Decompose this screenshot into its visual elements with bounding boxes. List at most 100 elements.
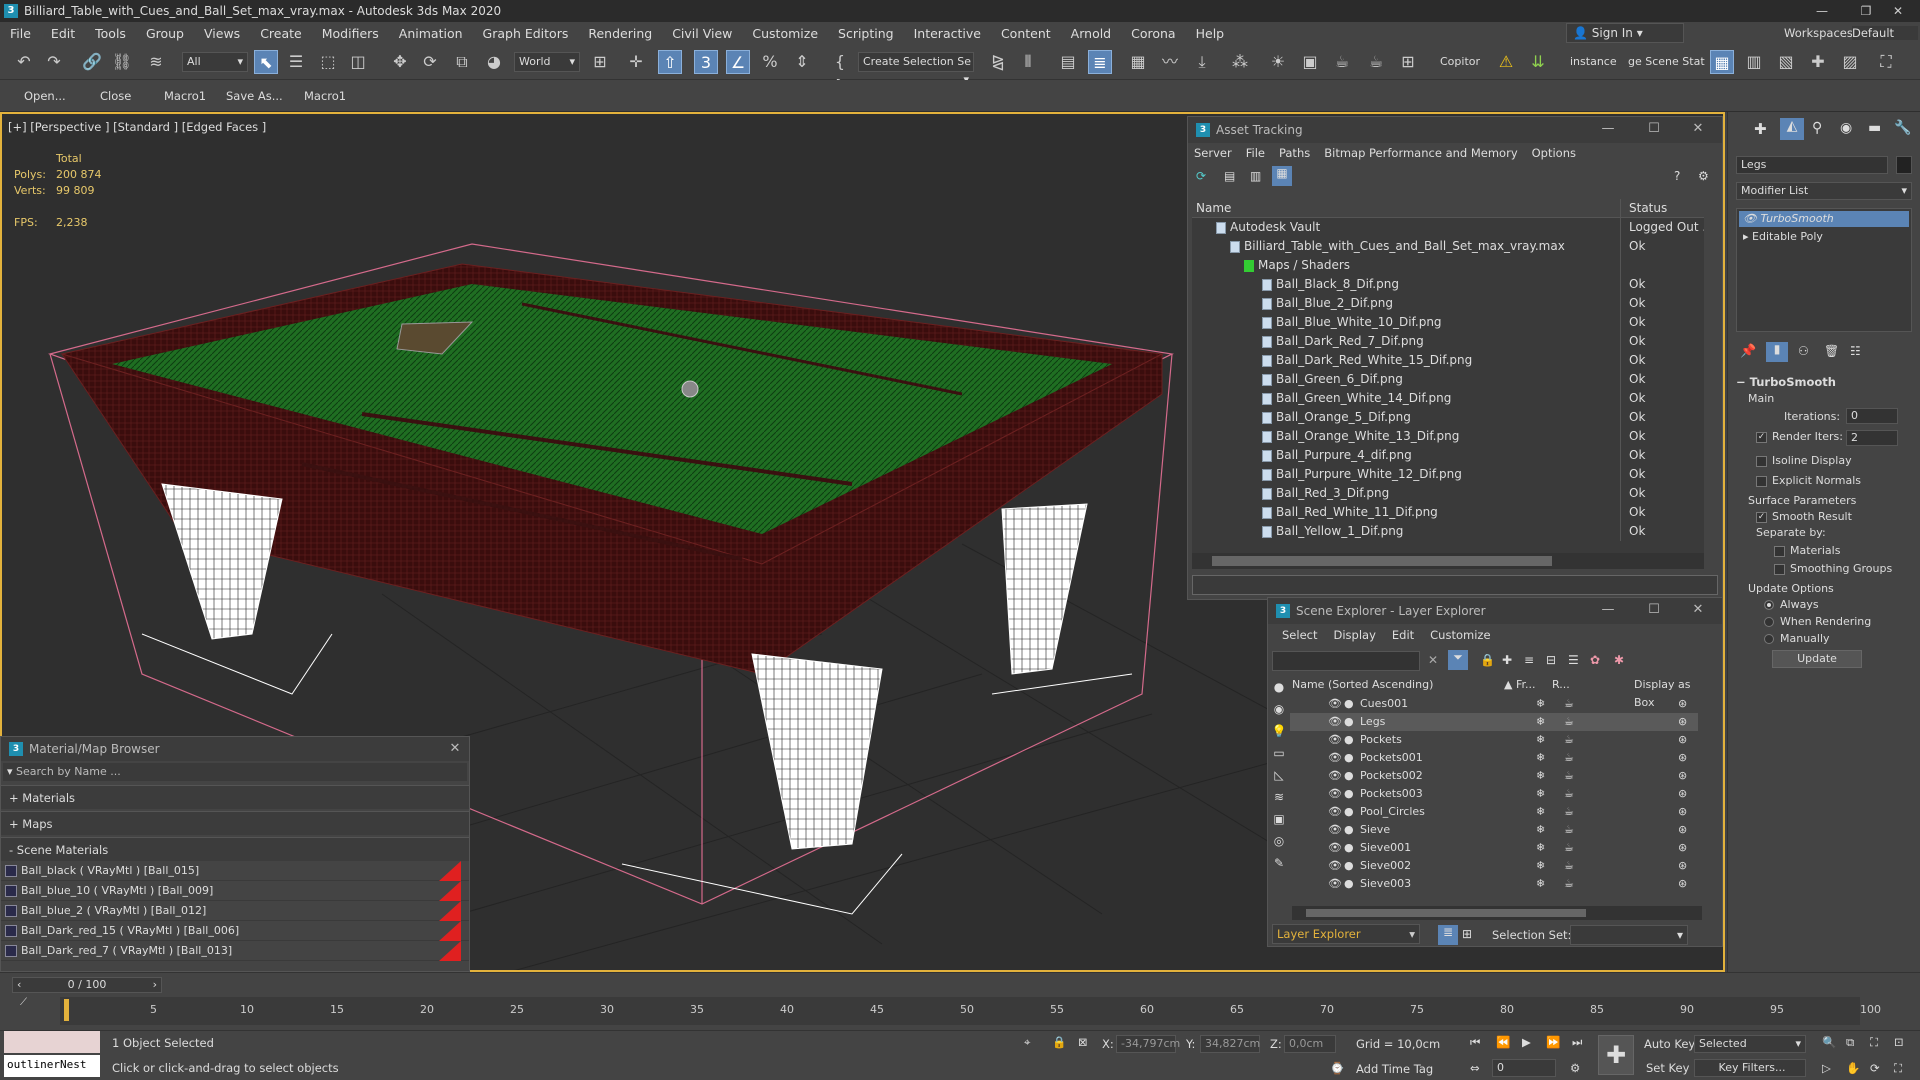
render-iters-spinner[interactable]: 2 [1846,430,1898,446]
asset-row[interactable]: Ball_Dark_Red_7_Dif.png Ok [1192,332,1704,351]
col-status-header[interactable]: Status [1620,199,1667,218]
undo-icon[interactable]: ↶ [12,50,36,74]
renderable-icon[interactable]: ☕ [1564,695,1574,713]
edit-named-selection-icon[interactable]: { } [828,50,852,95]
asset-menu-paths[interactable]: Paths [1279,146,1310,160]
material-browser-titlebar[interactable]: 3 Material/Map Browser ✕ [1,737,469,761]
display-box-icon[interactable]: ⊛ [1678,695,1687,713]
visibility-eye-icon[interactable]: 👁 [1328,767,1342,785]
zoom-icon[interactable]: 🔍 [1822,1035,1836,1049]
key-filters-button[interactable]: Key Filters... [1694,1059,1806,1077]
warning-icon[interactable]: ⚠ [1494,50,1518,74]
viewport-label[interactable]: [+] [Perspective ] [Standard ] [Edged Fa… [8,120,266,134]
asset-row[interactable]: Ball_Yellow_1_Dif.png Ok [1192,522,1704,541]
current-frame-field[interactable]: 0 [1492,1059,1556,1077]
asset-row[interactable]: Ball_Black_8_Dif.png Ok [1192,275,1704,294]
layers-icon[interactable]: ≡ [1524,653,1534,667]
hierarchy-icon[interactable]: ⊟ [1546,653,1556,667]
asset-row[interactable]: Ball_Purpure_White_12_Dif.png Ok [1192,465,1704,484]
renderable-icon[interactable]: ☕ [1564,839,1574,857]
manually-radio[interactable]: Manually [1764,632,1830,645]
modify-tab-icon[interactable]: ◭ [1780,118,1804,140]
menu-rendering[interactable]: Rendering [578,26,662,41]
asset-row[interactable]: Billiard_Table_with_Cues_and_Ball_Set_ma… [1192,237,1704,256]
previous-frame-icon[interactable]: ⏪ [1496,1035,1510,1049]
scene-explorer-item[interactable]: 👁 ● Pockets003 ❄ ☕ ⊛ [1290,785,1698,803]
macro-save-as[interactable]: Save As... [226,89,283,103]
display-box-icon[interactable]: ⊛ [1678,731,1687,749]
menu-arnold[interactable]: Arnold [1061,26,1121,41]
pivot-center-icon[interactable]: ⊞ [588,50,612,74]
menu-interactive[interactable]: Interactive [904,26,991,41]
when-rendering-radio[interactable]: When Rendering [1764,615,1871,628]
display-cameras-icon[interactable]: ▭ [1270,746,1288,768]
key-mode-icon[interactable]: ⇔ [1470,1061,1480,1075]
go-to-start-icon[interactable]: ⏮ [1470,1035,1480,1050]
table-view-icon[interactable]: ▦ [1272,166,1292,186]
menu-file[interactable]: File [0,26,41,41]
menu-animation[interactable]: Animation [389,26,473,41]
filter-icon[interactable]: ⏷ [1448,650,1468,670]
go-to-end-icon[interactable]: ⏭ [1572,1035,1582,1050]
renderable-icon[interactable]: ☕ [1564,875,1574,893]
se-horizontal-scrollbar[interactable] [1292,906,1702,920]
mirror-icon[interactable]: ⧎ [986,50,1010,74]
freeze-icon[interactable]: ❄ [1536,695,1545,713]
hierarchy-tab-icon[interactable]: ⚲ [1812,120,1822,136]
menu-tools[interactable]: Tools [85,26,136,41]
close-icon[interactable]: ✕ [1688,602,1708,617]
smoothing-groups-checkbox[interactable]: Smoothing Groups [1774,562,1892,575]
menu-corona[interactable]: Corona [1121,26,1185,41]
display-box-icon[interactable]: ⊛ [1678,713,1687,731]
freeze-icon[interactable]: ❄ [1536,803,1545,821]
z-coordinate-field[interactable]: 0,0cm [1284,1035,1336,1053]
align-icon[interactable]: ⫴ [1016,50,1040,74]
curve-editor-mini-icon[interactable]: ⟋ [20,997,27,1008]
asset-path-field[interactable] [1192,575,1718,595]
selection-set-dropdown[interactable]: ▾ [1570,925,1688,945]
time-cursor[interactable] [64,999,69,1021]
material-item[interactable]: Ball_blue_2 ( VRayMtl ) [Ball_012] [1,901,469,921]
play-icon[interactable]: ▶ [1522,1035,1531,1049]
materials-checkbox[interactable]: Materials [1774,544,1840,557]
material-item[interactable]: Ball_blue_10 ( VRayMtl ) [Ball_009] [1,881,469,901]
layout-4-icon[interactable]: ✚ [1806,50,1830,74]
asset-row[interactable]: Ball_Green_6_Dif.png Ok [1192,370,1704,389]
refresh-icon[interactable]: ⟳ [1196,169,1206,183]
update-button[interactable]: Update [1772,650,1862,668]
material-item[interactable]: Ball_Dark_red_15 ( VRayMtl ) [Ball_006] [1,921,469,941]
render-in-cloud-icon[interactable]: ⊞ [1396,50,1420,74]
maximize-toggle-icon[interactable]: ⛶ [1894,1061,1902,1076]
freeze-icon[interactable]: ❄ [1536,839,1545,857]
select-manipulate-icon[interactable]: ✛ [624,50,648,74]
pan-icon[interactable]: ✋ [1846,1061,1860,1075]
clear-search-icon[interactable]: ✕ [1428,653,1438,667]
freeze-icon[interactable]: ❄ [1536,821,1545,839]
menu-create[interactable]: Create [250,26,312,41]
select-by-name-icon[interactable]: ☰ [284,50,308,74]
col-name-header[interactable]: Name [1192,201,1231,215]
scene-explorer-titlebar[interactable]: 3 Scene Explorer - Layer Explorer — ☐ ✕ [1268,598,1722,624]
display-xrefs-icon[interactable]: ◎ [1270,834,1288,856]
display-box-icon[interactable]: ⊛ [1678,821,1687,839]
menu-group[interactable]: Group [136,26,194,41]
zoom-extents-all-icon[interactable]: ⊡ [1894,1035,1904,1049]
render-setup-icon[interactable]: ☀ [1266,50,1290,74]
selection-filter-dropdown[interactable]: All ▾ [182,52,248,72]
field-of-view-icon[interactable]: ▷ [1822,1061,1831,1075]
visibility-eye-icon[interactable]: 👁 [1328,875,1342,893]
x-coordinate-field[interactable]: -34,797cm [1116,1035,1180,1053]
time-tag-icon[interactable]: ⌚ [1330,1061,1344,1075]
modifier-list-dropdown[interactable]: Modifier List ▾ [1736,182,1912,200]
rendered-frame-window-icon[interactable]: ▣ [1298,50,1322,74]
pin-stack-icon[interactable]: 📌 [1740,344,1756,359]
material-item[interactable]: Ball_black ( VRayMtl ) [Ball_015] [1,861,469,881]
display-box-icon[interactable]: ⊛ [1678,749,1687,767]
minimize-icon[interactable]: — [1598,121,1618,136]
list-view-icon[interactable]: ▤ [1224,169,1235,183]
remove-modifier-icon[interactable]: 🗑 [1824,344,1839,358]
scene-explorer-item[interactable]: 👁 ● Sieve002 ❄ ☕ ⊛ [1290,857,1698,875]
scene-explorer-item[interactable]: 👁 ● Pockets ❄ ☕ ⊛ [1290,731,1698,749]
group-maps[interactable]: + Maps [1,811,469,835]
freeze-icon[interactable]: ❄ [1536,713,1545,731]
